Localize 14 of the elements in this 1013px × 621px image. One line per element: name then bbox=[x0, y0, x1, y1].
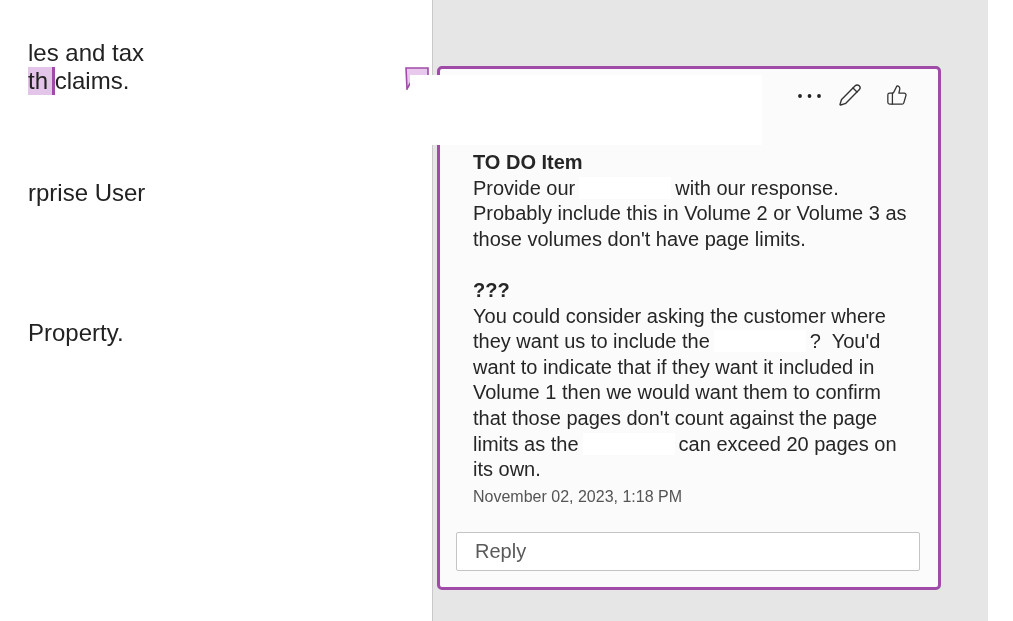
document-text: rprise User bbox=[28, 179, 146, 207]
document-text: claims. bbox=[54, 67, 130, 95]
reply-field[interactable]: Reply bbox=[456, 531, 920, 571]
comment-text: You could consider asking the customer where they want us to include the ? You'd want to indicate that if they want it included in Volume 1 then we would want them to confirm that those pages don't count against the page limits as the can exceed 20 pages on its own. bbox=[473, 303, 898, 483]
comment-heading: ??? bbox=[473, 277, 511, 303]
comment-text: Provide our with our response. Probably include this in Volume 2 or Volume 3 as those volumes don't have page limits. bbox=[473, 175, 908, 252]
document-text: les and tax bbox=[28, 39, 145, 67]
comment-timestamp: November 02, 2023, 1:18 PM bbox=[473, 486, 683, 507]
comment-heading: TO DO Item bbox=[473, 150, 584, 175]
more-options-icon[interactable] bbox=[798, 94, 821, 98]
highlighted-text: th bbox=[28, 67, 55, 95]
thumbs-up-icon[interactable] bbox=[886, 84, 908, 106]
document-text: Property. bbox=[28, 319, 124, 347]
edit-icon[interactable] bbox=[838, 83, 862, 107]
